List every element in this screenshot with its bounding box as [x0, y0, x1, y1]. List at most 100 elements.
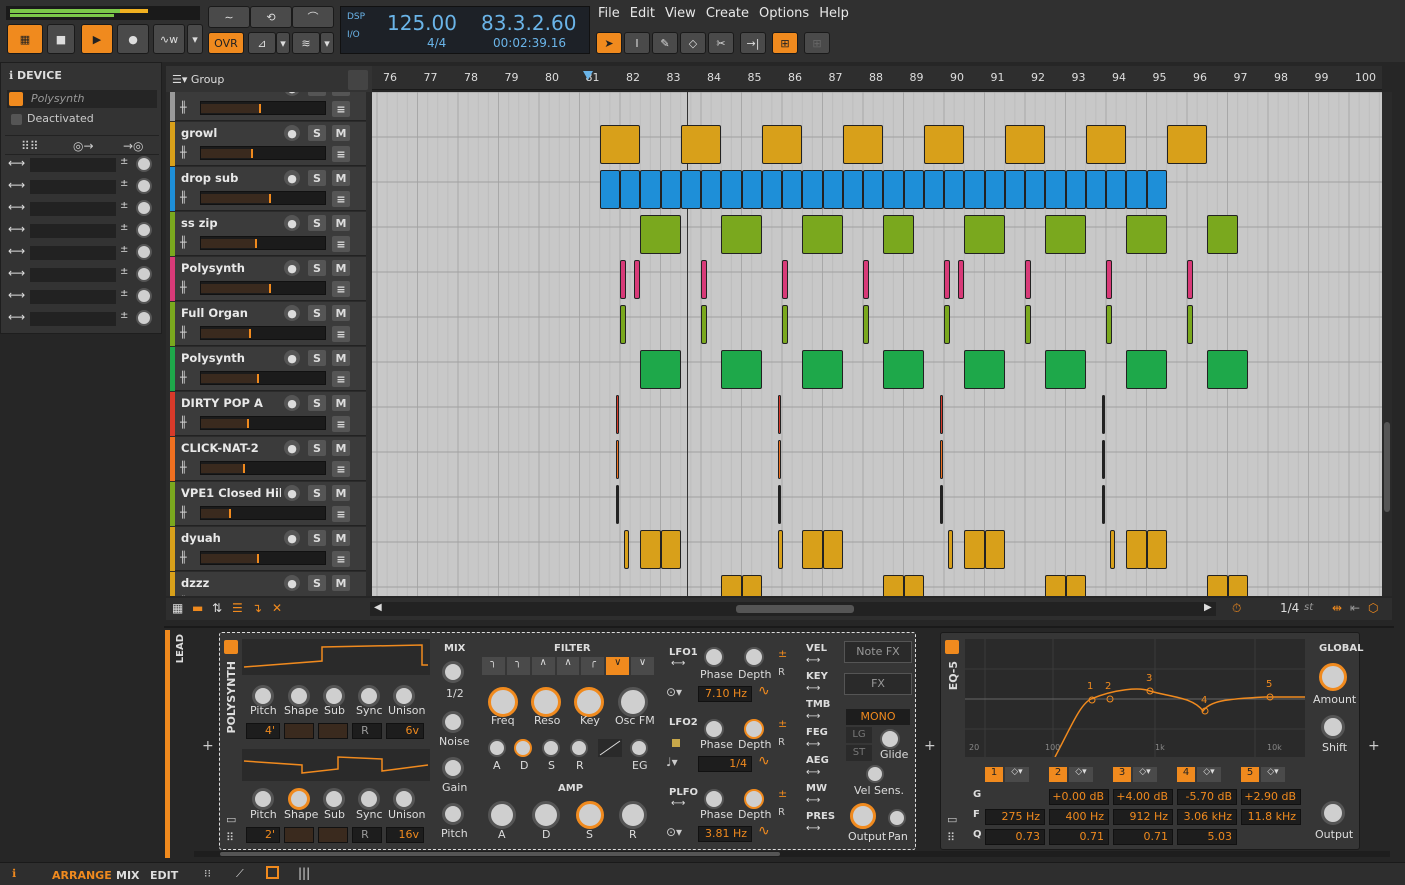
- track-menu-icon[interactable]: ≡: [332, 326, 350, 342]
- mute-button[interactable]: M: [332, 440, 350, 456]
- position-display[interactable]: 83.3.2.60: [481, 11, 576, 35]
- solo-button[interactable]: S: [308, 125, 326, 141]
- device-chain-scrollbar[interactable]: [194, 851, 1390, 857]
- mod-knob[interactable]: [136, 156, 152, 172]
- eq5-freq-field[interactable]: 275 Hz: [985, 809, 1045, 825]
- dropdown-icon[interactable]: ▾: [276, 32, 290, 54]
- audio-clip[interactable]: [923, 125, 965, 164]
- record-arm-button[interactable]: ●: [284, 305, 300, 321]
- lfo2-phase-knob[interactable]: [704, 719, 724, 739]
- track-header[interactable]: dyuah ● S M ╫ ≡: [170, 527, 366, 571]
- filter-notch2-icon[interactable]: ∨: [631, 657, 655, 675]
- track-menu-icon[interactable]: ≡: [332, 191, 350, 207]
- mod-knob[interactable]: [136, 178, 152, 194]
- note-clip[interactable]: [802, 350, 843, 389]
- audio-clip[interactable]: [680, 170, 701, 209]
- note-clip[interactable]: [620, 305, 626, 344]
- audio-clip[interactable]: [1126, 215, 1167, 254]
- fold-icon[interactable]: ↴: [252, 601, 262, 615]
- solo-button[interactable]: S: [308, 170, 326, 186]
- track-name[interactable]: VPE1 Closed Hih...: [181, 486, 281, 500]
- note-clip[interactable]: [782, 305, 788, 344]
- volume-fader[interactable]: [200, 551, 326, 565]
- note-clip[interactable]: [1187, 305, 1193, 344]
- mute-button[interactable]: M: [332, 575, 350, 591]
- filter-lp2-icon[interactable]: ╮: [506, 657, 530, 675]
- tab-mix[interactable]: MIX: [116, 869, 140, 882]
- audio-clip[interactable]: [802, 170, 823, 209]
- eq5-gain-field[interactable]: -5.70 dB: [1177, 789, 1237, 805]
- amp-sustain-knob[interactable]: [576, 801, 604, 829]
- plfo-phase-knob[interactable]: [704, 789, 724, 809]
- dropdown-icon[interactable]: ▾: [320, 32, 334, 54]
- mod-routing-icon[interactable]: ⟷: [806, 711, 820, 722]
- audio-clip[interactable]: [964, 530, 985, 569]
- lfo1-clock-icon[interactable]: ⊙▾: [666, 685, 682, 699]
- audio-clip[interactable]: [802, 215, 843, 254]
- eq5-q-field[interactable]: 0.73: [985, 829, 1045, 845]
- lfo1-routing-icon[interactable]: ⟷: [671, 658, 685, 669]
- track-header[interactable]: growl ● S M ╫ ≡: [170, 122, 366, 166]
- audio-clip[interactable]: [1126, 170, 1147, 209]
- audio-clip[interactable]: [1207, 575, 1228, 596]
- mute-button[interactable]: M: [332, 530, 350, 546]
- slice-tool-icon[interactable]: →|: [740, 32, 766, 54]
- volume-fader[interactable]: [200, 461, 326, 475]
- filter-oscfm-knob[interactable]: [618, 687, 648, 717]
- record-arm-button[interactable]: ●: [284, 350, 300, 366]
- pan-knob[interactable]: [888, 809, 906, 827]
- track-header[interactable]: Polysynth ● S M ╫ ≡: [170, 257, 366, 301]
- track-header[interactable]: VPE1 Closed Hih... ● S M ╫ ≡: [170, 482, 366, 526]
- list-icon[interactable]: ☰: [232, 601, 243, 615]
- eq5-band-type-icon[interactable]: ◇▾: [1005, 767, 1029, 782]
- solo-button[interactable]: S: [308, 440, 326, 456]
- knife-tool-icon[interactable]: ✂: [708, 32, 734, 54]
- audio-clip[interactable]: [1045, 215, 1086, 254]
- record-arm-button[interactable]: ●: [284, 440, 300, 456]
- audio-clip[interactable]: [721, 575, 742, 596]
- amp-decay-knob[interactable]: [532, 801, 560, 829]
- pointer-tool-icon[interactable]: ➤: [596, 32, 622, 54]
- plfo-routing-icon[interactable]: ⟷: [671, 798, 685, 809]
- eq5-freq-field[interactable]: 11.8 kHz: [1241, 809, 1301, 825]
- mod-routing-icon[interactable]: ⟷: [806, 683, 820, 694]
- audio-clip[interactable]: [741, 575, 762, 596]
- mod-routing-icon[interactable]: ⟷: [8, 178, 25, 192]
- audio-clip[interactable]: [1045, 170, 1066, 209]
- mod-routing-icon[interactable]: ⟷: [8, 310, 25, 324]
- note-clip[interactable]: [958, 260, 964, 299]
- menu-create[interactable]: Create: [706, 6, 749, 21]
- filter-bp2-icon[interactable]: ∧: [556, 657, 580, 675]
- menu-edit[interactable]: Edit: [630, 6, 655, 21]
- audio-clip[interactable]: [1101, 485, 1106, 524]
- note-clip[interactable]: [883, 350, 924, 389]
- note-clip[interactable]: [1025, 305, 1031, 344]
- device-view-icon[interactable]: [266, 866, 279, 879]
- mute-button[interactable]: M: [332, 350, 350, 366]
- track-menu-icon[interactable]: ≡: [332, 146, 350, 162]
- audio-clip[interactable]: [640, 530, 661, 569]
- track-name[interactable]: drop sub: [181, 171, 281, 185]
- audio-clip[interactable]: [615, 395, 620, 434]
- solo-button[interactable]: S: [308, 395, 326, 411]
- volume-fader[interactable]: [200, 236, 326, 250]
- eq5-band-type-icon[interactable]: ◇▾: [1069, 767, 1093, 782]
- gain-knob[interactable]: [442, 757, 464, 779]
- track-header[interactable]: CLICK-NAT-2 ● S M ╫ ≡: [170, 437, 366, 481]
- note-clip[interactable]: [701, 260, 707, 299]
- audio-clip[interactable]: [782, 170, 803, 209]
- track-name[interactable]: dyuah: [181, 531, 281, 545]
- audio-clip[interactable]: [615, 440, 620, 479]
- audio-clip[interactable]: [939, 440, 944, 479]
- filter-eg-amount-knob[interactable]: [630, 739, 648, 757]
- audio-clip[interactable]: [1207, 215, 1238, 254]
- lfo2-depth-knob[interactable]: [744, 719, 764, 739]
- eq5-q-field[interactable]: 5.03: [1177, 829, 1237, 845]
- snap-icon[interactable]: ⊞: [772, 32, 798, 54]
- plfo-bipolar-toggle[interactable]: ±: [778, 787, 787, 800]
- mod-knob[interactable]: [136, 200, 152, 216]
- grid-dots-icon[interactable]: ⠿: [947, 831, 955, 844]
- volume-fader[interactable]: [200, 191, 326, 205]
- mod-knob[interactable]: [136, 288, 152, 304]
- osc1-shape-slider[interactable]: [284, 723, 314, 739]
